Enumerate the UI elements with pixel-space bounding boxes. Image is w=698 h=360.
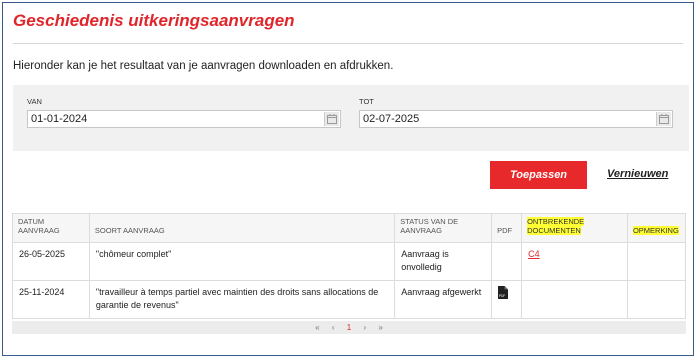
header-remark: OPMERKING [626, 213, 687, 243]
first-page-button[interactable]: « [315, 323, 319, 332]
renew-link[interactable]: Vernieuwen [607, 168, 668, 180]
header-type: SOORT AANVRAAG [88, 213, 396, 243]
divider [13, 43, 683, 44]
missing-doc-link[interactable]: C4 [528, 249, 540, 259]
row-type: "chômeur complet" [88, 242, 396, 281]
row-date: 26-05-2025 [12, 242, 90, 281]
row-missing-docs [521, 280, 628, 319]
apply-button[interactable]: Toepassen [490, 161, 587, 189]
table-row: 26-05-2025 "chômeur complet" Aanvraag is… [12, 242, 687, 281]
row-pdf [491, 242, 523, 281]
to-date-value: 02-07-2025 [363, 113, 420, 125]
row-status: Aanvraag is onvolledig [394, 242, 493, 281]
last-page-button[interactable]: » [378, 323, 382, 332]
pagination: « ‹ 1 › » [12, 321, 686, 334]
from-label: VAN [27, 97, 42, 106]
row-pdf: PDF [491, 280, 523, 319]
prev-page-button[interactable]: ‹ [332, 323, 335, 332]
row-status: Aanvraag afgewerkt [394, 280, 493, 319]
header-missing-docs: ONTBREKENDE DOCUMENTEN [521, 213, 628, 243]
table-header-row: DATUM AANVRAAG SOORT AANVRAAG STATUS VAN … [12, 213, 687, 243]
current-page[interactable]: 1 [347, 323, 351, 332]
next-page-button[interactable]: › [363, 323, 366, 332]
from-date-field[interactable]: 01-01-2024 [27, 110, 341, 128]
row-remark [626, 242, 687, 281]
to-date-field[interactable]: 02-07-2025 [359, 110, 673, 128]
svg-text:PDF: PDF [499, 294, 505, 298]
header-date: DATUM AANVRAAG [12, 213, 90, 243]
to-label: TOT [359, 97, 374, 106]
from-date-value: 01-01-2024 [31, 113, 88, 125]
row-missing-docs: C4 [521, 242, 628, 281]
row-type: "travailleur à temps partiel avec mainti… [88, 280, 396, 319]
header-status: STATUS VAN DE AANVRAAG [394, 213, 493, 243]
row-date: 25-11-2024 [12, 280, 90, 319]
page-title: Geschiedenis uitkeringsaanvragen [13, 11, 295, 30]
table-row: 25-11-2024 "travailleur à temps partiel … [12, 280, 687, 319]
applications-table: DATUM AANVRAAG SOORT AANVRAAG STATUS VAN … [12, 213, 687, 319]
header-pdf: PDF [491, 213, 523, 243]
intro-text: Hieronder kan je het resultaat van je aa… [13, 60, 394, 72]
filter-panel: VAN 01-01-2024 TOT 02-07-2025 [13, 85, 689, 151]
pdf-file-icon[interactable]: PDF [498, 286, 509, 303]
row-remark [626, 280, 687, 319]
calendar-icon[interactable] [656, 112, 671, 126]
calendar-icon[interactable] [324, 112, 339, 126]
